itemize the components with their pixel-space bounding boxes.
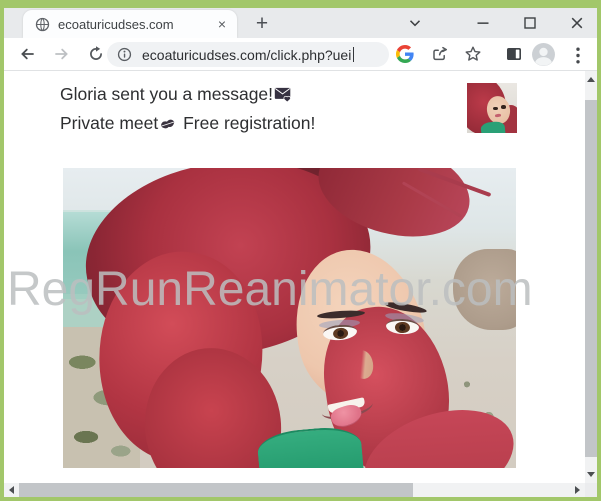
scroll-down-button[interactable] <box>585 466 597 483</box>
photo-iris <box>332 327 349 340</box>
right-arrow-icon <box>575 486 580 494</box>
maximize-button[interactable] <box>522 15 538 31</box>
browser-window: ecoaturicudses.com × + <box>0 0 601 501</box>
tab-title: ecoaturicudses.com <box>58 17 213 32</box>
bookmark-star-icon[interactable] <box>464 45 482 63</box>
back-button[interactable] <box>18 45 36 63</box>
scroll-up-button[interactable] <box>585 71 597 88</box>
thumb-shirt <box>480 121 505 133</box>
left-arrow-icon <box>9 486 14 494</box>
scroll-right-button[interactable] <box>570 483 585 497</box>
photo-iris <box>394 321 410 334</box>
scrollbar-corner <box>585 483 597 497</box>
horizontal-scrollbar[interactable] <box>4 483 585 497</box>
down-arrow-icon <box>587 472 595 477</box>
subline-start-text: Private meet <box>60 113 158 133</box>
horizontal-scroll-thumb[interactable] <box>19 483 413 497</box>
kebab-menu-icon[interactable] <box>575 47 581 64</box>
url-text: ecoaturicudses.com/click.php?uei <box>142 47 351 63</box>
photo-rocks <box>453 249 516 330</box>
thumb-eye <box>501 105 506 109</box>
close-window-button[interactable] <box>569 15 585 31</box>
url-address-bar[interactable]: ecoaturicudses.com/click.php?uei <box>107 42 389 67</box>
text-caret <box>353 47 354 62</box>
minimize-button[interactable] <box>475 15 491 31</box>
thumb-eye <box>493 107 498 111</box>
tab-close-button[interactable]: × <box>213 17 231 31</box>
share-icon[interactable] <box>431 45 449 63</box>
vertical-scroll-thumb[interactable] <box>585 100 597 457</box>
message-headline: Gloria sent you a message! <box>60 80 315 109</box>
profile-avatar[interactable] <box>531 42 556 67</box>
new-tab-button[interactable]: + <box>248 11 276 36</box>
love-letter-icon <box>274 86 293 103</box>
google-g-icon[interactable] <box>396 45 414 63</box>
message-text-block: Gloria sent you a message! Private meet … <box>60 80 315 138</box>
browser-tab[interactable]: ecoaturicudses.com × <box>23 10 237 38</box>
subline-end-text: Free registration! <box>178 113 315 133</box>
scroll-left-button[interactable] <box>4 483 19 497</box>
forward-button[interactable] <box>53 45 71 63</box>
kiss-mark-icon <box>157 113 178 134</box>
title-bar: ecoaturicudses.com × + <box>4 8 597 38</box>
sender-thumbnail[interactable] <box>467 83 517 133</box>
vertical-scrollbar[interactable] <box>585 71 597 483</box>
page-content: Gloria sent you a message! Private meet … <box>4 71 585 483</box>
up-arrow-icon <box>587 77 595 82</box>
globe-favicon-icon <box>35 17 50 32</box>
message-subline: Private meet Free registration! <box>60 109 315 138</box>
side-panel-icon[interactable] <box>505 45 523 63</box>
window-menu-chevron-icon[interactable] <box>407 15 423 31</box>
reload-button[interactable] <box>87 45 105 63</box>
site-info-icon[interactable] <box>116 46 133 63</box>
headline-text: Gloria sent you a message! <box>60 84 273 104</box>
navigation-toolbar: ecoaturicudses.com/click.php?uei <box>4 38 597 71</box>
main-photo[interactable] <box>63 168 516 468</box>
